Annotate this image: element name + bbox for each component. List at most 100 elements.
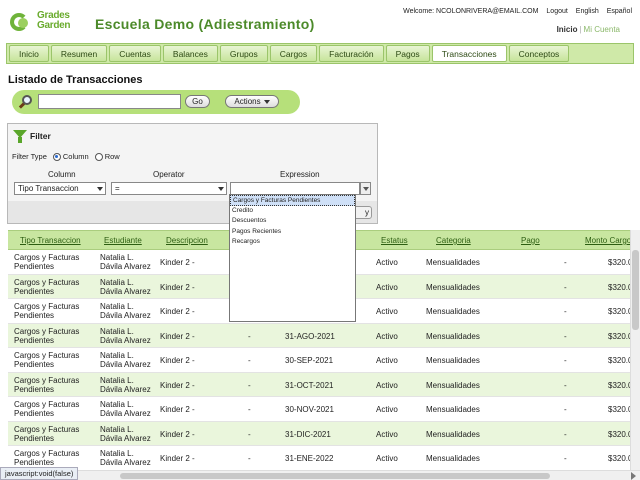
- cell-categoria: Mensualidades: [426, 258, 480, 267]
- actions-button[interactable]: Actions: [225, 95, 279, 108]
- chevron-down-icon: [94, 183, 105, 194]
- col-tipo-transaccion[interactable]: Tipo Transaccion: [20, 236, 81, 245]
- cell-tipo: Cargos y Facturas Pendientes: [14, 449, 79, 467]
- row-radio-label[interactable]: Row: [105, 152, 120, 161]
- table-row[interactable]: Cargos y Facturas Pendientes Natalia L. Dáv…: [8, 421, 632, 446]
- row-radio[interactable]: [94, 152, 103, 161]
- go-button[interactable]: Go: [185, 95, 210, 108]
- espanol-link[interactable]: Español: [607, 8, 632, 15]
- cell-fecha: 31-DIC-2021: [285, 429, 331, 439]
- cell-fecha: 31-OCT-2021: [285, 380, 334, 390]
- filter-type: Filter Type Column Row: [12, 152, 120, 161]
- dropdown-option[interactable]: Descuentos: [230, 216, 355, 227]
- status-bar: javascript:void(false): [0, 467, 79, 480]
- cell-estudiante-line-2: Dávila Alvarez: [100, 286, 151, 296]
- logout-link[interactable]: Logout: [546, 8, 567, 15]
- cell-tipo-line-1: Cargos y Facturas: [14, 400, 80, 409]
- col-monto-cargo[interactable]: Monto Cargo: [585, 236, 631, 245]
- cell-monto: $320.0: [608, 405, 633, 414]
- cell-estudiante-line-2: Dávila Alvarez: [100, 262, 151, 271]
- cell-monto: $320.0: [608, 258, 633, 267]
- cell-estudiante-line-2: Dávila Alvarez: [100, 335, 151, 345]
- chevron-down-icon: [215, 183, 226, 194]
- cell-tipo-line-1: Cargos y Facturas: [14, 326, 80, 336]
- english-link[interactable]: English: [576, 8, 599, 15]
- tab-resumen[interactable]: Resumen: [50, 45, 108, 62]
- cell-tipo: Cargos y Facturas Pendientes: [14, 351, 79, 369]
- search-input[interactable]: [38, 94, 181, 109]
- tab-inicio[interactable]: Inicio: [9, 45, 49, 62]
- tab-balances[interactable]: Balances: [162, 45, 218, 62]
- tab-conceptos[interactable]: Conceptos: [508, 45, 570, 62]
- cell-estudiante-line-2: Dávila Alvarez: [100, 433, 151, 443]
- cell-pago: -: [564, 282, 567, 292]
- cell-descripcion: Kinder 2 -: [160, 282, 195, 292]
- dropdown-option[interactable]: Recargos: [230, 237, 355, 248]
- column-select-value: Tipo Transaccion: [18, 184, 79, 193]
- actions-label: Actions: [234, 97, 261, 106]
- cell-estudiante: Natalia L. Dávila Alvarez: [100, 376, 151, 394]
- expression-dropdown-arrow-icon[interactable]: [360, 182, 371, 195]
- cell-tipo-line-2: Pendientes: [14, 384, 55, 394]
- main-nav: Inicio Resumen Cuentas Balances Grupos C…: [6, 43, 634, 64]
- table-row[interactable]: Cargos y Facturas Pendientes Natalia L. Dáv…: [8, 323, 633, 348]
- cell-tipo: Cargos y Facturas Pendientes: [14, 376, 79, 394]
- column-radio[interactable]: [52, 152, 61, 161]
- tab-grupos[interactable]: Grupos: [219, 45, 268, 62]
- scroll-thumb[interactable]: [120, 473, 550, 479]
- column-radio-label[interactable]: Column: [63, 152, 89, 161]
- col-estudiante[interactable]: Estudiante: [104, 236, 142, 245]
- cell-fecha: 30-SEP-2021: [285, 356, 334, 365]
- cell-pago: -: [564, 356, 567, 365]
- col-descripcion[interactable]: Descripcion: [166, 236, 208, 245]
- cell-monto: $320.0: [608, 331, 633, 341]
- mi-cuenta-link[interactable]: Mi Cuenta: [584, 25, 620, 34]
- col-estatus[interactable]: Estatus: [381, 236, 408, 245]
- cell-tipo-line-1: Cargos y Facturas: [14, 375, 80, 385]
- cell-estatus: Activo: [376, 380, 398, 390]
- cell-monto: $320.0: [608, 380, 633, 390]
- welcome-text: Welcome: NCOLONRIVERA@EMAIL.COM: [403, 8, 539, 15]
- search-icon[interactable]: [18, 94, 34, 110]
- table-row[interactable]: Cargos y Facturas Pendientes Natalia L. Dáv…: [8, 397, 633, 422]
- cell-pago: -: [564, 380, 567, 390]
- cell-tipo-line-1: Cargos y Facturas: [14, 302, 80, 311]
- horizontal-scrollbar[interactable]: [0, 470, 640, 480]
- vertical-scrollbar[interactable]: [630, 230, 640, 470]
- scroll-thumb[interactable]: [632, 250, 639, 330]
- tab-cargos[interactable]: Cargos: [269, 45, 318, 62]
- operator-select[interactable]: =: [111, 182, 227, 195]
- cell-estudiante-line-2: Dávila Alvarez: [100, 409, 151, 418]
- funnel-icon: [13, 129, 27, 143]
- cell-tipo-line-1: Cargos y Facturas: [14, 449, 80, 458]
- col-categoria[interactable]: Categoria: [436, 236, 471, 245]
- cell-tipo-line-2: Pendientes: [14, 262, 55, 271]
- cell-estudiante: Natalia L. Dávila Alvarez: [100, 449, 151, 467]
- dropdown-option[interactable]: Cargos y Facturas Pendientes: [230, 195, 355, 206]
- table-row[interactable]: Cargos y Facturas Pendientes Natalia L. Dáv…: [8, 348, 633, 373]
- cell-estatus: Activo: [376, 405, 398, 414]
- cell-estatus: Activo: [376, 356, 398, 365]
- tab-transacciones[interactable]: Transacciones: [431, 45, 507, 62]
- grades-garden-logo[interactable]: Grades Garden: [10, 10, 71, 32]
- cell-fecha: 31-ENE-2022: [285, 454, 334, 463]
- dropdown-option[interactable]: Credito: [230, 206, 355, 217]
- dropdown-option[interactable]: Pagos Recientes: [230, 227, 355, 238]
- cell-monto: $320.0: [608, 356, 633, 365]
- tab-pagos[interactable]: Pagos: [385, 45, 430, 62]
- page-title: Listado de Transacciones: [8, 74, 143, 86]
- col-pago[interactable]: Pago: [521, 236, 540, 245]
- column-select[interactable]: Tipo Transaccion: [14, 182, 106, 195]
- tab-facturacion[interactable]: Facturación: [319, 45, 384, 62]
- scroll-right-icon[interactable]: [631, 472, 636, 480]
- cell-tipo-line-1: Cargos y Facturas: [14, 253, 80, 262]
- tab-cuentas[interactable]: Cuentas: [109, 45, 161, 62]
- cell-pago: -: [564, 405, 567, 414]
- cell-dash: -: [248, 405, 251, 414]
- table-row[interactable]: Cargos y Facturas Pendientes Natalia L. Dáv…: [8, 372, 633, 397]
- cell-estatus: Activo: [376, 454, 398, 463]
- inicio-link[interactable]: Inicio: [557, 25, 578, 34]
- logo-line-2: Garden: [37, 20, 71, 31]
- table-row[interactable]: Cargos y Facturas Pendientes Natalia L. Dáv…: [8, 446, 632, 471]
- cell-tipo: Cargos y Facturas Pendientes: [14, 302, 79, 320]
